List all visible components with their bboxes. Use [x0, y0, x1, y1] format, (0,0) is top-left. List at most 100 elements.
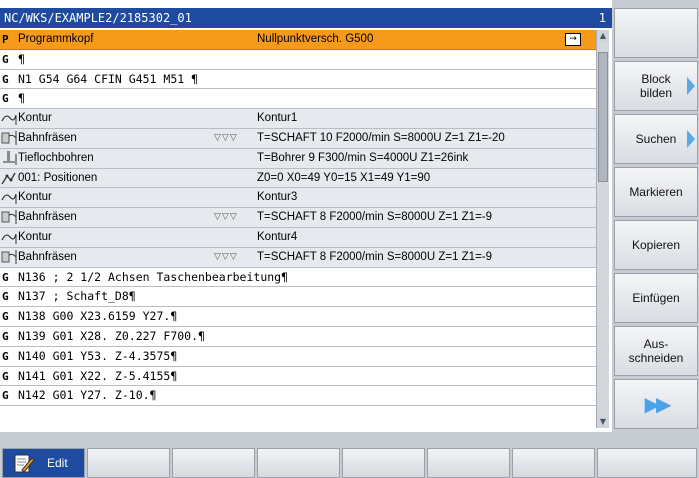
cycle-name: Bahnfräsen	[18, 250, 77, 263]
program-line[interactable]: Bahnfräsen ▽▽▽ T=SCHAFT 8 F2000/min S=8000…	[0, 208, 596, 228]
softkey-empty-1[interactable]	[614, 8, 698, 58]
cycle-name: 001: Positionen	[18, 171, 98, 184]
scroll-up-icon[interactable]: ▲	[597, 30, 609, 42]
line-type-marker: G	[2, 72, 9, 86]
nc-code: ¶	[18, 51, 25, 66]
positions-icon	[1, 170, 17, 186]
program-line[interactable]: Kontur Kontur1	[0, 109, 596, 129]
line-type-marker: G	[2, 389, 9, 403]
program-line[interactable]: G N141 G01 X22. Z-5.4155¶	[0, 366, 596, 387]
edit-icon	[14, 454, 35, 473]
line-type-marker: G	[2, 52, 9, 66]
cycle-parameters: Nullpunktversch. G500	[257, 33, 374, 45]
program-lines[interactable]: P Programmkopf Nullpunktversch. G500 → G ¶ G N1…	[0, 30, 596, 428]
line-type-marker: G	[2, 349, 9, 363]
status-bar	[0, 432, 612, 446]
hsoftkey-5[interactable]	[342, 448, 425, 478]
nc-code: N140 G01 Y53. Z-4.3575¶	[18, 348, 178, 363]
program-line[interactable]: G N1 G54 G64 CFIN G451 M51 ¶	[0, 69, 596, 90]
nc-code: N136 ; 2 1/2 Achsen Taschenbearbeitung¶	[18, 269, 289, 284]
chevron-right-icon	[687, 77, 695, 95]
kopieren-button[interactable]: Kopieren	[614, 220, 698, 270]
cycle-parameters: Z0=0 X0=49 Y0=15 X1=49 Y1=90	[257, 171, 431, 184]
edit-label: Edit	[47, 456, 68, 470]
program-line[interactable]: G N137 ; Schaft_D8¶	[0, 287, 596, 308]
nc-code: N139 G01 X28. Z0.227 F700.¶	[18, 328, 205, 343]
cycle-name: Kontur	[18, 191, 52, 204]
line-type-marker: G	[2, 270, 9, 284]
program-line[interactable]: G ¶	[0, 89, 596, 110]
cycle-parameters: T=SCHAFT 8 F2000/min S=8000U Z=1 Z1=-9	[257, 211, 493, 224]
scroll-thumb[interactable]	[598, 52, 608, 182]
vertical-scrollbar[interactable]: ▲ ▼	[596, 30, 609, 428]
program-line[interactable]: Tieflochbohren T=Bohrer 9 F300/min S=4000…	[0, 148, 596, 169]
hsoftkey-2[interactable]	[87, 448, 170, 478]
hsoftkey-8[interactable]	[597, 448, 697, 478]
machining-mode-indicator: ▽▽▽	[214, 251, 238, 262]
hsoftkey-4[interactable]	[257, 448, 340, 478]
program-line[interactable]: G N138 G00 X23.6159 Y27.¶	[0, 307, 596, 327]
hsoftkey-3[interactable]	[172, 448, 255, 478]
program-line[interactable]: G N142 G01 Y27. Z-10.¶	[0, 386, 596, 407]
ausschneiden-button[interactable]: Aus- schneiden	[614, 326, 698, 376]
deep-drilling-icon	[1, 150, 17, 166]
markieren-button[interactable]: Markieren	[614, 167, 698, 217]
program-editor: NC/WKS/EXAMPLE2/2185302_01 1 P Programmko…	[0, 0, 612, 432]
program-line[interactable]: G N140 G01 Y53. Z-4.3575¶	[0, 346, 596, 367]
path-milling-icon	[1, 130, 17, 146]
program-path: NC/WKS/EXAMPLE2/2185302_01	[4, 11, 192, 25]
cycle-parameters: Kontur4	[257, 230, 298, 243]
editor-title-bar: NC/WKS/EXAMPLE2/2185302_01 1	[0, 8, 612, 28]
edit-button[interactable]: Edit	[2, 448, 85, 478]
nc-code: N141 G01 X22. Z-5.4155¶	[18, 368, 178, 383]
program-line[interactable]: Bahnfräsen ▽▽▽ T=SCHAFT 8 F2000/min S=8000…	[0, 247, 596, 268]
program-line[interactable]: Kontur Kontur4	[0, 227, 596, 248]
cycle-name: Tieflochbohren	[18, 151, 94, 164]
fast-forward-icon: ▶▶	[644, 393, 672, 416]
horizontal-softkeys: Edit	[0, 448, 699, 478]
hsoftkey-7[interactable]	[512, 448, 595, 478]
cycle-parameters: Kontur1	[257, 112, 298, 125]
line-type-marker: P	[2, 33, 9, 46]
program-line[interactable]: G ¶	[0, 49, 596, 70]
line-type-marker: G	[2, 369, 9, 383]
einfuegen-label: Einfügen	[632, 291, 680, 305]
more-softkeys-button[interactable]: ▶▶	[614, 379, 698, 429]
cycle-name: Bahnfräsen	[18, 211, 77, 224]
cycle-parameters: T=Bohrer 9 F300/min S=4000U Z1=26ink	[257, 151, 469, 164]
program-line[interactable]: G N139 G01 X28. Z0.227 F700.¶	[0, 326, 596, 347]
contour-icon	[1, 229, 17, 245]
einfuegen-button[interactable]: Einfügen	[614, 273, 698, 323]
ausschneiden-label-2: schneiden	[628, 351, 684, 365]
path-milling-icon	[1, 209, 17, 225]
nc-code: N142 G01 Y27. Z-10.¶	[18, 388, 157, 403]
program-line[interactable]: P Programmkopf Nullpunktversch. G500 →	[0, 30, 596, 50]
nc-code: N1 G54 G64 CFIN G451 M51 ¶	[18, 71, 199, 86]
cycle-parameters: T=SCHAFT 10 F2000/min S=8000U Z=1 Z1=-20	[257, 131, 505, 144]
suchen-button[interactable]: Suchen	[614, 114, 698, 164]
cycle-parameters: T=SCHAFT 8 F2000/min S=8000U Z=1 Z1=-9	[257, 250, 493, 263]
scroll-down-icon[interactable]: ▼	[597, 416, 609, 428]
line-type-marker: G	[2, 92, 9, 106]
expand-arrow-icon[interactable]: →	[565, 33, 581, 46]
hsoftkey-6[interactable]	[427, 448, 510, 478]
contour-icon	[1, 189, 17, 205]
program-line[interactable]: 001: Positionen Z0=0 X0=49 Y0=15 X1=49 Y1…	[0, 168, 596, 189]
line-type-marker: G	[2, 290, 9, 304]
block-bilden-label: Block bilden	[639, 72, 673, 100]
program-line[interactable]: Kontur Kontur3	[0, 188, 596, 209]
nc-code: ¶	[18, 91, 25, 106]
cycle-name: Kontur	[18, 112, 52, 125]
program-line[interactable]: G N136 ; 2 1/2 Achsen Taschenbearbeitung¶	[0, 267, 596, 288]
machining-mode-indicator: ▽▽▽	[214, 132, 238, 143]
line-type-marker: G	[2, 310, 9, 324]
path-milling-icon	[1, 249, 17, 265]
cycle-name: Kontur	[18, 230, 52, 243]
ausschneiden-label-1: Aus-	[643, 337, 669, 351]
channel-number: 1	[598, 11, 606, 25]
machining-mode-indicator: ▽▽▽	[214, 212, 238, 223]
program-line[interactable]: Bahnfräsen ▽▽▽ T=SCHAFT 10 F2000/min S=800…	[0, 128, 596, 149]
block-bilden-button[interactable]: Block bilden	[614, 61, 698, 111]
vertical-softkeys: Block bilden Suchen Markieren Kopieren E…	[612, 0, 699, 432]
nc-code: N138 G00 X23.6159 Y27.¶	[18, 309, 178, 324]
